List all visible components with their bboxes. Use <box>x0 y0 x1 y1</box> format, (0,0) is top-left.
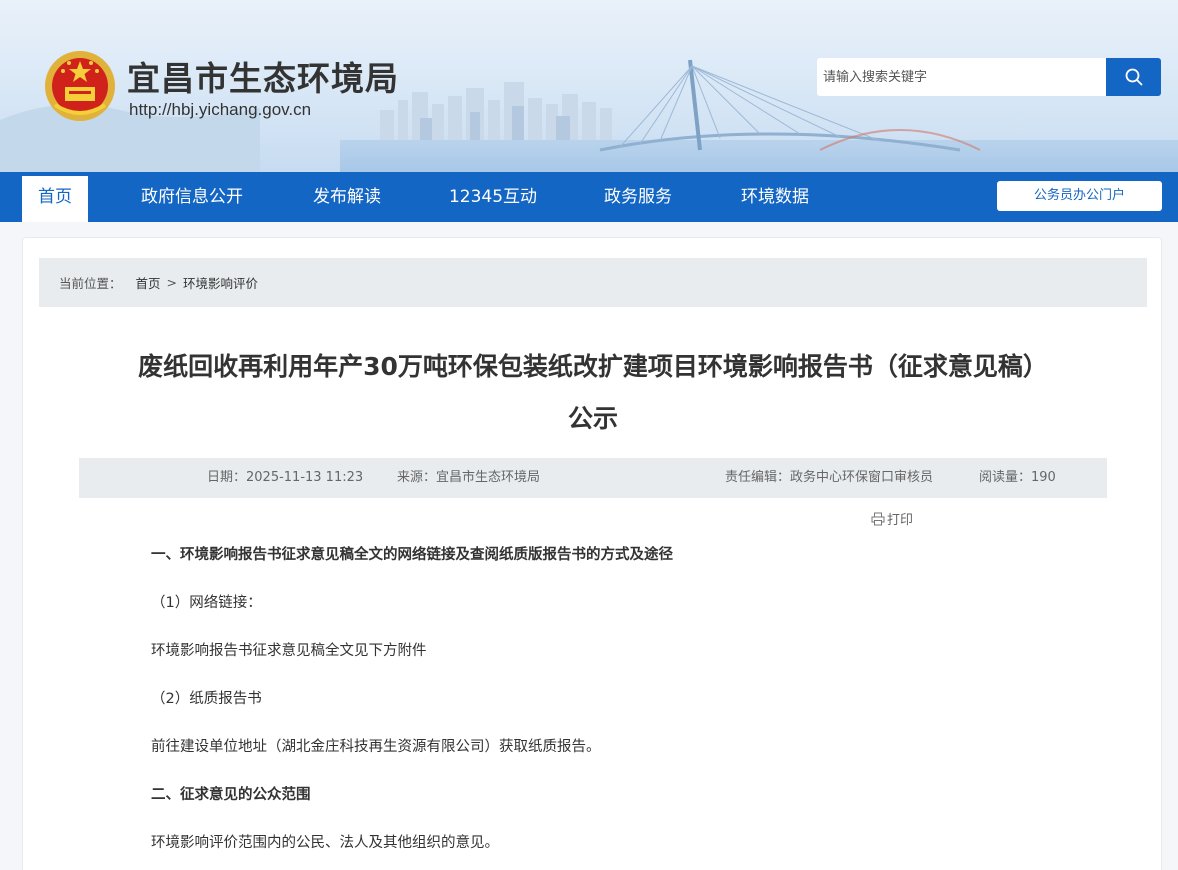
nav-item-services[interactable]: 政务服务 <box>592 172 684 222</box>
article-title-line2: 公示 <box>567 404 618 433</box>
site-title: 宜昌市生态环境局 <box>127 59 399 98</box>
printer-icon <box>871 512 885 525</box>
site-header: 宜昌市生态环境局 http://hbj.yichang.gov.cn <box>0 0 1178 172</box>
breadcrumb-home-link[interactable]: 首页 <box>136 273 161 292</box>
main-nav: 首页 政府信息公开 发布解读 12345互动 政务服务 环境数据 公务员办公门户 <box>0 172 1178 222</box>
breadcrumb: 当前位置： 首页 > 环境影响评价 <box>39 258 1147 307</box>
breadcrumb-label: 当前位置： <box>59 276 122 291</box>
nav-item-gov-info[interactable]: 政府信息公开 <box>128 172 256 222</box>
paragraph-2: 环境影响报告书征求意见稿全文见下方附件 <box>151 643 427 659</box>
meta-source: 来源：宜昌市生态环境局 <box>397 470 541 485</box>
meta-views: 阅读量：190 <box>979 470 1056 485</box>
paragraph-5: 环境影响评价范围内的公民、法人及其他组织的意见。 <box>151 835 499 851</box>
site-url: http://hbj.yichang.gov.cn <box>129 100 312 119</box>
search-button[interactable] <box>1106 58 1161 96</box>
search-box <box>817 58 1161 96</box>
search-icon <box>1125 68 1142 86</box>
article-title: 废纸回收再利用年产30万吨环保包装纸改扩建项目环境影响报告书（征求意见稿） 公示 <box>63 341 1123 445</box>
paragraph-3: （2）纸质报告书 <box>151 691 262 707</box>
paragraph-4: 前往建设单位地址（湖北金庄科技再生资源有限公司）获取纸质报告。 <box>151 739 601 755</box>
article-meta: 日期：2025-11-13 11:23 来源：宜昌市生态环境局 责任编辑：政务中… <box>79 458 1107 498</box>
paragraph-1: （1）网络链接： <box>151 595 262 611</box>
meta-date: 日期：2025-11-13 11:23 <box>207 470 364 485</box>
nav-item-release[interactable]: 发布解读 <box>300 172 394 222</box>
nav-item-12345[interactable]: 12345互动 <box>440 172 546 222</box>
section-heading-1: 一、环境影响报告书征求意见稿全文的网络链接及查阅纸质版报告书的方式及途径 <box>151 546 673 563</box>
article-card: 当前位置： 首页 > 环境影响评价 废纸回收再利用年产30万吨环保包装纸改扩建项… <box>22 237 1162 870</box>
breadcrumb-current-link[interactable]: 环境影响评价 <box>183 273 258 292</box>
civil-servant-portal-button[interactable]: 公务员办公门户 <box>997 181 1162 211</box>
section-heading-2: 二、征求意见的公众范围 <box>151 786 311 803</box>
nav-item-home[interactable]: 首页 <box>22 176 88 222</box>
meta-editor: 责任编辑：政务中心环保窗口审核员 <box>725 470 934 485</box>
national-emblem-icon <box>45 51 115 121</box>
nav-item-env-data[interactable]: 环境数据 <box>728 172 822 222</box>
print-button[interactable]: 打印 <box>871 509 913 528</box>
print-label: 打印 <box>887 513 914 528</box>
article-title-line1: 废纸回收再利用年产30万吨环保包装纸改扩建项目环境影响报告书（征求意见稿） <box>138 352 1048 381</box>
breadcrumb-separator: > <box>166 275 178 290</box>
search-input[interactable] <box>817 58 1106 96</box>
